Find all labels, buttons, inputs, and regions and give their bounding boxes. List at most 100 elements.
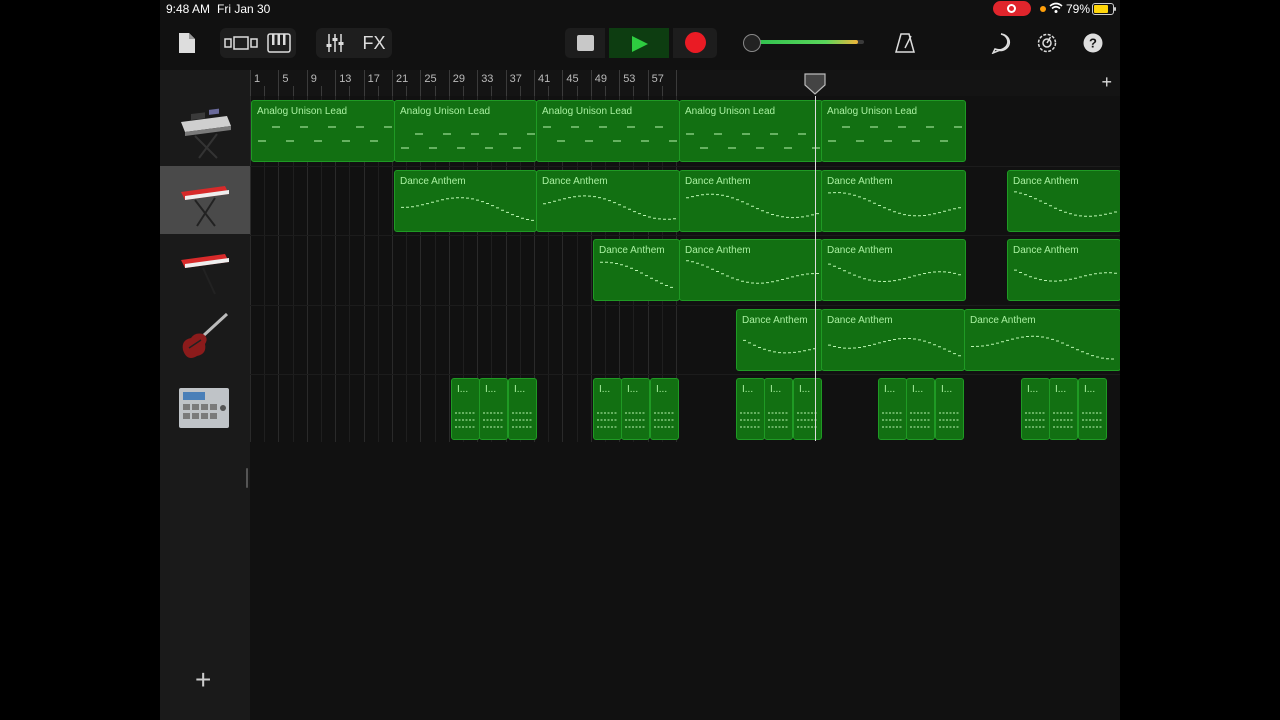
record-button[interactable]: [673, 28, 717, 58]
track-area[interactable]: Analog Unison Lead Analog Unison Lead Anal…: [250, 96, 1120, 446]
master-volume-slider[interactable]: [750, 40, 864, 44]
ruler-tick: [264, 86, 266, 96]
region[interactable]: Analog Unison Lead: [394, 100, 537, 162]
mixer-icon[interactable]: [320, 28, 350, 58]
region-name: Dance Anthem: [827, 245, 893, 256]
ruler-tick: [534, 70, 535, 96]
play-button[interactable]: [609, 28, 669, 58]
region[interactable]: Analog Unison Lead: [821, 100, 966, 162]
metronome-icon[interactable]: [890, 28, 920, 58]
region[interactable]: I...: [878, 378, 907, 440]
synth-icon: [181, 108, 231, 159]
ruler-tick: [562, 70, 564, 96]
guitar-icon: [182, 312, 229, 358]
region[interactable]: Dance Anthem: [736, 308, 823, 371]
ruler-tick: [576, 86, 578, 96]
region[interactable]: I...: [736, 378, 765, 440]
lane-separator: [250, 374, 1120, 375]
region[interactable]: Dance Anthem: [394, 169, 537, 232]
timeline-ruler[interactable]: + 1 5 9 13 17 21 25 29 33 37 41 45 49 53 57: [250, 70, 1120, 96]
fx-button[interactable]: FX: [358, 28, 390, 58]
ruler-bar-number: 37: [509, 73, 522, 85]
keyboard-icon[interactable]: [264, 28, 294, 58]
region-name: Dance Anthem: [400, 175, 466, 187]
add-track-button[interactable]: +: [195, 666, 211, 694]
region-name: I...: [1027, 384, 1039, 395]
tracks-view-icon[interactable]: [222, 28, 260, 58]
ruler-tick: [633, 86, 635, 96]
garageband-app: 9:48 AM Fri Jan 30 79% FX ? + + 1 5 9 13…: [160, 0, 1120, 720]
ruler-tick: [477, 70, 479, 96]
region-name: I...: [742, 384, 754, 395]
ruler-bar-number: 45: [566, 73, 579, 85]
region[interactable]: Dance Anthem: [964, 308, 1120, 371]
region[interactable]: I...: [650, 378, 679, 440]
ruler-bar-number: 9: [310, 73, 317, 85]
region[interactable]: Dance Anthem: [821, 308, 965, 371]
region[interactable]: I...: [1049, 378, 1078, 440]
region[interactable]: I...: [764, 378, 793, 440]
region-name: I...: [1055, 384, 1067, 395]
ruler-bar-number: 41: [538, 73, 551, 85]
ruler-tick: [250, 70, 251, 96]
region[interactable]: I...: [793, 378, 822, 440]
transport-controls: [565, 28, 717, 58]
region-name: Dance Anthem: [827, 175, 893, 187]
region[interactable]: I...: [508, 378, 537, 440]
region[interactable]: I...: [906, 378, 935, 440]
ruler-tick: [590, 70, 592, 96]
region[interactable]: Dance Anthem: [1007, 239, 1120, 301]
region[interactable]: Dance Anthem: [679, 169, 823, 232]
region[interactable]: Analog Unison Lead: [536, 100, 680, 162]
region[interactable]: I...: [451, 378, 480, 440]
region-name: I...: [457, 384, 469, 395]
loop-browser-icon[interactable]: [986, 28, 1016, 58]
region-name: Dance Anthem: [827, 314, 893, 326]
region[interactable]: I...: [935, 378, 964, 440]
play-icon: [632, 36, 648, 52]
ruler-bar-number: 57: [651, 73, 664, 85]
ruler-bar-number: 5: [282, 73, 289, 85]
record-icon: [685, 32, 706, 53]
ruler-tick: [392, 70, 393, 96]
help-icon[interactable]: ?: [1078, 28, 1108, 58]
master-volume-fill: [750, 40, 859, 44]
master-volume-knob[interactable]: [743, 34, 761, 52]
region[interactable]: Dance Anthem: [593, 239, 680, 301]
region[interactable]: I...: [621, 378, 650, 440]
wifi-icon: [1049, 2, 1063, 13]
document-icon[interactable]: [174, 28, 200, 58]
track-header-drum-machine[interactable]: [160, 370, 250, 438]
stop-button[interactable]: [565, 28, 605, 58]
track-header-keyboard-red-1[interactable]: [160, 166, 250, 234]
region[interactable]: Analog Unison Lead: [251, 100, 395, 162]
ruler-tick: [647, 70, 649, 96]
playhead-handle[interactable]: [803, 73, 827, 95]
add-section-button[interactable]: +: [1101, 72, 1112, 93]
region-name: Analog Unison Lead: [257, 106, 348, 117]
track-header-keyboard-red-2[interactable]: [160, 234, 250, 302]
ruler-bar-number: 33: [481, 73, 494, 85]
region[interactable]: Dance Anthem: [821, 239, 966, 301]
ruler-tick: [463, 86, 464, 96]
playhead-line: [815, 96, 816, 441]
region-name: I...: [1084, 384, 1096, 395]
settings-icon[interactable]: [1032, 28, 1062, 58]
track-header-synth-lead[interactable]: [160, 98, 250, 166]
sidebar-scrollbar[interactable]: [246, 468, 248, 488]
region[interactable]: I...: [1078, 378, 1107, 440]
ruler-bar-number: 49: [594, 73, 608, 85]
region[interactable]: Analog Unison Lead: [679, 100, 823, 162]
region[interactable]: Dance Anthem: [536, 169, 680, 232]
stop-icon: [577, 35, 594, 51]
region[interactable]: I...: [593, 378, 622, 440]
region[interactable]: Dance Anthem: [679, 239, 823, 301]
track-header-electric-guitar[interactable]: [160, 302, 250, 370]
region[interactable]: I...: [1021, 378, 1050, 440]
region[interactable]: Dance Anthem: [821, 169, 966, 232]
region-name: I...: [599, 384, 611, 395]
region[interactable]: I...: [479, 378, 508, 440]
region[interactable]: Dance Anthem: [1007, 169, 1120, 232]
region-name: Analog Unison Lead: [542, 106, 633, 117]
ruler-tick: [491, 86, 493, 96]
